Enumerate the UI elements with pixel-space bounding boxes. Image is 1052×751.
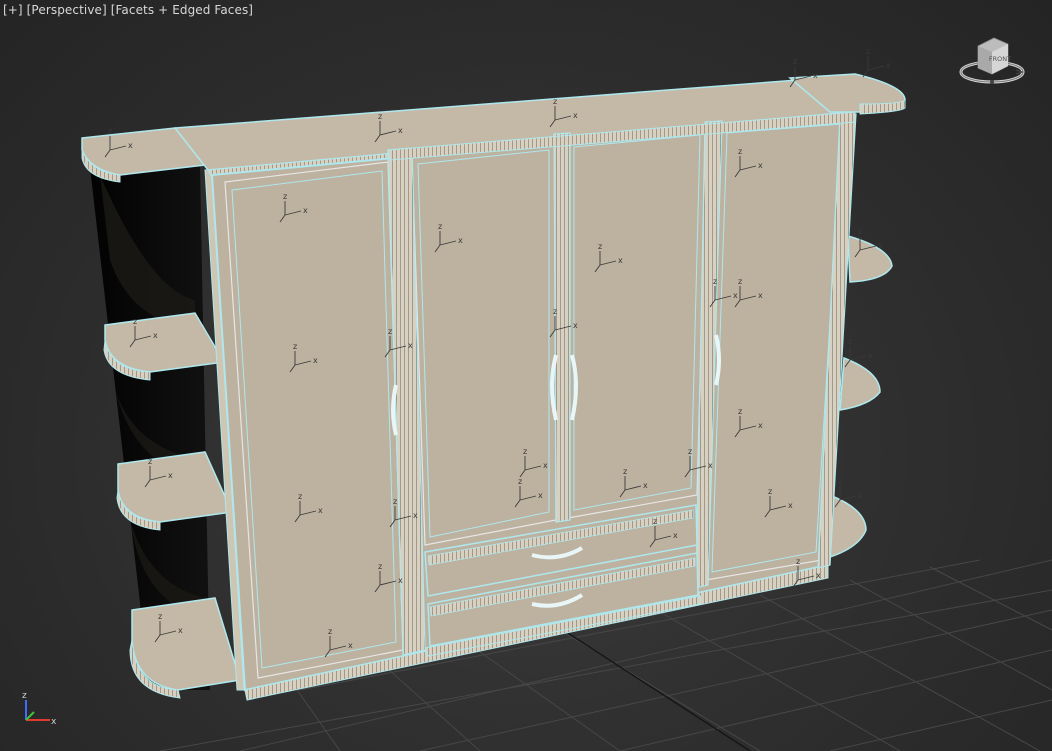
gizmo-x-label: x <box>398 126 403 135</box>
gizmo-x-label: x <box>128 141 133 150</box>
gizmo-z-label: z <box>133 317 137 326</box>
gizmo-x-label: x <box>168 471 173 480</box>
gizmo-x-label: x <box>303 206 308 215</box>
gizmo-x-label: x <box>318 506 323 515</box>
gizmo-z-label: z <box>598 242 602 251</box>
gizmo-z-label: z <box>858 227 862 236</box>
gizmo-x-label: x <box>573 111 578 120</box>
gizmo-z-label: z <box>388 327 392 336</box>
gizmo-x-label: x <box>733 291 738 300</box>
gizmo-x-label: x <box>886 61 891 70</box>
gizmo-x-label: x <box>758 161 763 170</box>
gizmo-z-label: z <box>713 277 717 286</box>
gizmo-z-label: z <box>283 192 287 201</box>
gizmo-z-label: z <box>688 447 692 456</box>
viewcube-face-label: FRONT <box>989 55 1011 63</box>
gizmo-z-label: z <box>393 497 397 506</box>
gizmo-x-label: x <box>673 531 678 540</box>
gizmo-z-label: z <box>866 47 870 56</box>
world-axis-tripod-icon: z x <box>22 691 57 727</box>
gizmo-z-label: z <box>523 447 527 456</box>
wardrobe-body <box>210 111 857 701</box>
gizmo-x-label: x <box>408 341 413 350</box>
gizmo-z-label: z <box>796 557 800 566</box>
gizmo-z-label: z <box>793 57 797 66</box>
gizmo-x-label: x <box>618 256 623 265</box>
perspective-viewport[interactable]: [+] [Perspective] [Facets + Edged Faces] <box>0 0 1052 751</box>
gizmo-z-label: z <box>158 612 162 621</box>
scene-canvas[interactable]: zxzxzxzxzxzxzxzxzxzxzxzxzxzxzxzxzxzxzxzx… <box>0 0 1052 751</box>
gizmo-x-label: x <box>788 501 793 510</box>
pivot-gizmo-icon: zx <box>862 47 891 78</box>
gizmo-x-label: x <box>708 461 713 470</box>
grid-center-line <box>559 627 751 751</box>
tripod-z-label: z <box>22 691 27 701</box>
gizmo-x-label: x <box>458 236 463 245</box>
tripod-x-label: x <box>51 717 57 727</box>
door-center-right <box>567 127 708 519</box>
gizmo-z-label: z <box>768 487 772 496</box>
gizmo-z-label: z <box>738 147 742 156</box>
gizmo-x-label: x <box>398 576 403 585</box>
gizmo-x-label: x <box>538 491 543 500</box>
gizmo-x-label: x <box>813 71 818 80</box>
gizmo-x-label: x <box>758 291 763 300</box>
gizmo-x-label: x <box>643 481 648 490</box>
gizmo-z-label: z <box>738 277 742 286</box>
gizmo-z-label: z <box>518 477 522 486</box>
gizmo-z-label: z <box>438 222 442 231</box>
gizmo-x-label: x <box>153 331 158 340</box>
gizmo-z-label: z <box>328 627 332 636</box>
gizmo-x-label: x <box>816 571 821 580</box>
gizmo-x-label: x <box>313 356 318 365</box>
gizmo-x-label: x <box>178 626 183 635</box>
gizmo-z-label: z <box>378 112 382 121</box>
gizmo-z-label: z <box>738 407 742 416</box>
gizmo-x-label: x <box>868 351 873 360</box>
gizmo-x-label: x <box>758 421 763 430</box>
gizmo-z-label: z <box>653 517 657 526</box>
gizmo-z-label: z <box>108 127 112 136</box>
gizmo-z-label: z <box>553 97 557 106</box>
gizmo-z-label: z <box>293 342 297 351</box>
gizmo-z-label: z <box>553 307 557 316</box>
gizmo-x-label: x <box>878 241 883 250</box>
gizmo-z-label: z <box>848 337 852 346</box>
gizmo-z-label: z <box>838 477 842 486</box>
gizmo-x-label: x <box>858 491 863 500</box>
gizmo-z-label: z <box>623 467 627 476</box>
gizmo-z-label: z <box>378 562 382 571</box>
gizmo-z-label: z <box>298 492 302 501</box>
viewcube-icon[interactable]: FRONT <box>956 30 1028 92</box>
gizmo-x-label: x <box>543 461 548 470</box>
door-center-left <box>411 141 557 546</box>
gizmo-x-label: x <box>413 511 418 520</box>
gizmo-z-label: z <box>148 457 152 466</box>
gizmo-x-label: x <box>348 641 353 650</box>
gizmo-x-label: x <box>573 321 578 330</box>
